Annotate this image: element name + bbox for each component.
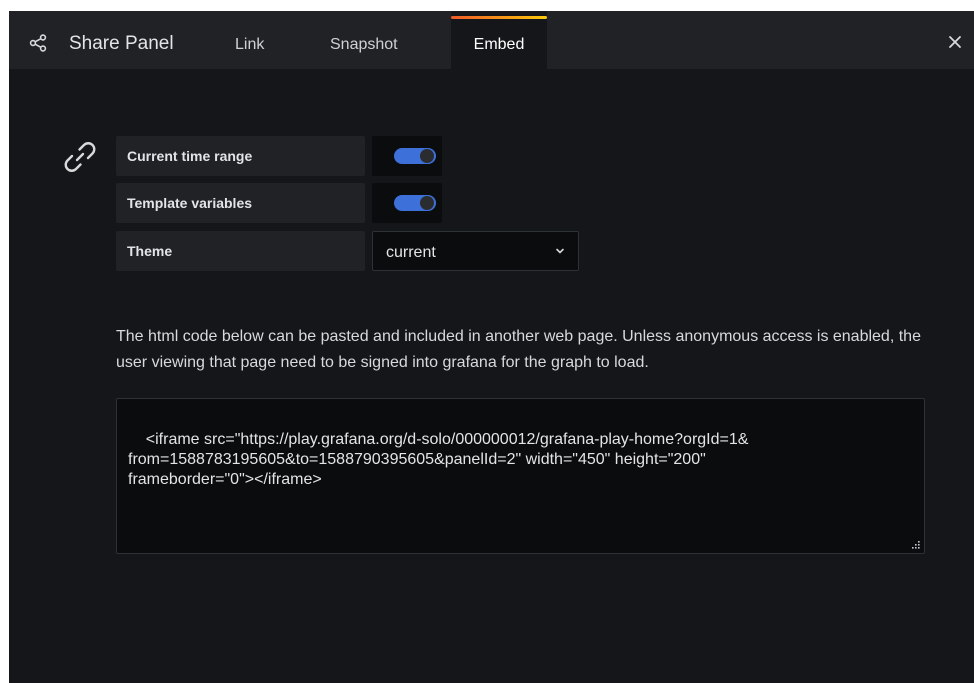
toggle-track: [394, 195, 436, 211]
embed-description: The html code below can be pasted and in…: [116, 328, 921, 371]
link-icon: [64, 142, 96, 172]
embed-code-textarea[interactable]: <iframe src="https://play.grafana.org/d-…: [116, 398, 925, 554]
tab-snapshot[interactable]: Snapshot: [330, 36, 398, 54]
current-time-range-toggle[interactable]: [372, 136, 442, 176]
active-tab-indicator: [451, 16, 547, 19]
resize-grip-icon[interactable]: [912, 541, 920, 549]
toggle-knob: [420, 149, 434, 163]
share-icon: [29, 34, 47, 52]
toggle-track: [394, 148, 436, 164]
toggle-knob: [420, 196, 434, 210]
template-variables-toggle[interactable]: [372, 183, 442, 223]
current-time-range-label: Current time range: [116, 136, 365, 176]
tab-embed[interactable]: Embed: [451, 11, 547, 69]
tab-link[interactable]: Link: [235, 36, 264, 54]
share-panel-modal: Share Panel Link Snapshot Embed Current …: [9, 11, 974, 683]
modal-header: Share Panel Link Snapshot Embed: [9, 11, 974, 69]
close-icon[interactable]: [946, 33, 964, 51]
embed-code-text: <iframe src="https://play.grafana.org/d-…: [128, 431, 749, 488]
tab-embed-label: Embed: [473, 36, 525, 53]
theme-select[interactable]: current: [372, 231, 579, 271]
theme-label: Theme: [116, 231, 365, 271]
modal-title: Share Panel: [69, 33, 174, 54]
chevron-down-icon: [556, 248, 564, 254]
theme-select-value: current: [386, 244, 436, 261]
template-variables-label: Template variables: [116, 183, 365, 223]
